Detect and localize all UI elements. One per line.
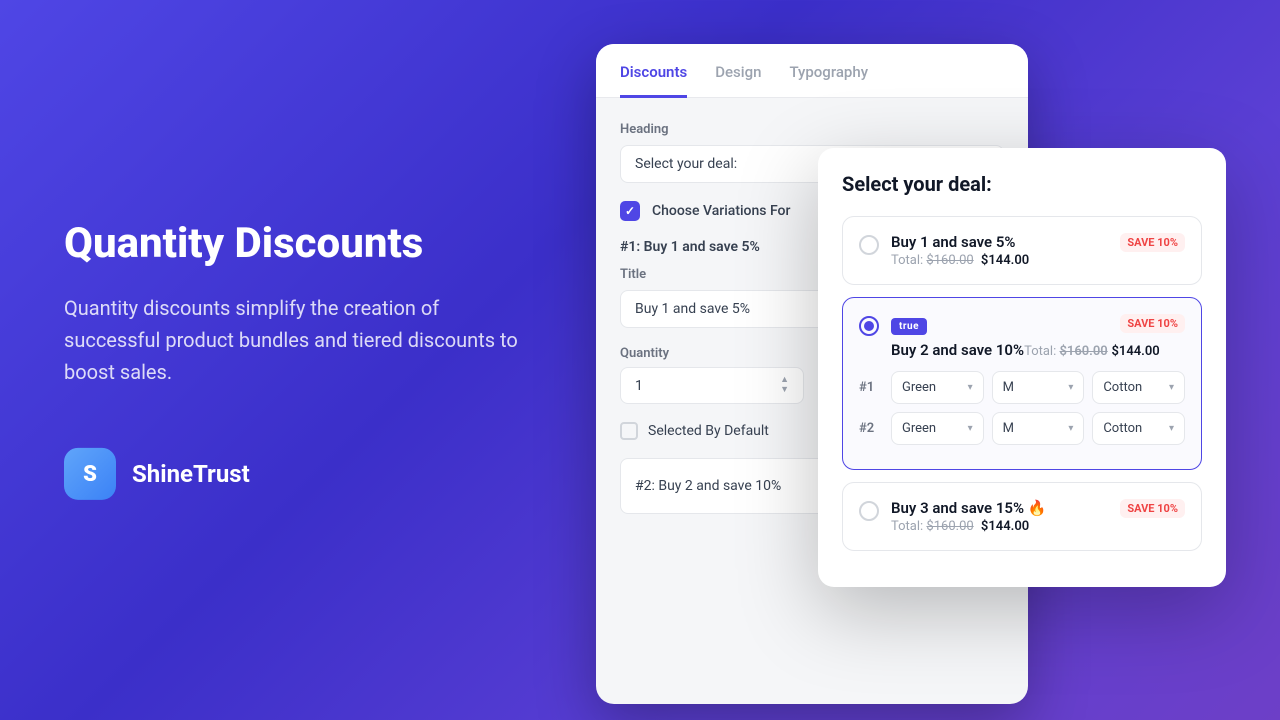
tab-design[interactable]: Design xyxy=(715,45,761,98)
radio-1[interactable] xyxy=(859,235,879,255)
var-2-number: #2 xyxy=(859,421,883,436)
chevron-down-icon: ▾ xyxy=(968,423,973,434)
save-badge-2: SAVE 10% xyxy=(1120,314,1185,333)
deal-1-original: $160.00 xyxy=(926,253,973,268)
most-popular-badge: true xyxy=(891,318,927,335)
deal-1-total: Total: $160.00 $144.00 xyxy=(891,253,1185,268)
tab-typography[interactable]: Typography xyxy=(789,45,868,98)
save-badge-1: SAVE 10% xyxy=(1120,233,1185,252)
choose-variations-label: Choose Variations For xyxy=(652,203,790,219)
overlay-card: Select your deal: SAVE 10% Buy 1 and sav… xyxy=(818,148,1226,587)
arrow-down-icon[interactable]: ▼ xyxy=(780,386,789,395)
left-panel: Quantity Discounts Quantity discounts si… xyxy=(64,220,524,500)
deal-option-1[interactable]: SAVE 10% Buy 1 and save 5% Total: $160.0… xyxy=(842,216,1202,285)
selected-default-label: Selected By Default xyxy=(648,423,769,439)
chevron-down-icon: ▾ xyxy=(1068,423,1073,434)
save-badge-3: SAVE 10% xyxy=(1120,499,1185,518)
variation-rows: #1 Green ▾ M ▾ Cotton ▾ #2 Green ▾ xyxy=(859,371,1185,445)
arrow-up-icon[interactable]: ▲ xyxy=(780,376,789,385)
radio-2[interactable] xyxy=(859,316,879,336)
brand-name: ShineTrust xyxy=(132,460,250,488)
var-2-size[interactable]: M ▾ xyxy=(992,412,1085,445)
deal-option-3[interactable]: SAVE 10% Buy 3 and save 15% 🔥 Total: $16… xyxy=(842,482,1202,551)
var-1-color[interactable]: Green ▾ xyxy=(891,371,984,404)
page-headline: Quantity Discounts xyxy=(64,220,524,268)
deal-3-original: $160.00 xyxy=(926,519,973,534)
var-1-size[interactable]: M ▾ xyxy=(992,371,1085,404)
var-1-material[interactable]: Cotton ▾ xyxy=(1092,371,1185,404)
var-2-material[interactable]: Cotton ▾ xyxy=(1092,412,1185,445)
deal-option-2[interactable]: SAVE 10% true Buy 2 and save 10%Total: $… xyxy=(842,297,1202,470)
var-2-color[interactable]: Green ▾ xyxy=(891,412,984,445)
tab-bar: Discounts Design Typography xyxy=(596,44,1028,98)
heading-label: Heading xyxy=(620,122,1004,137)
deal-1-discounted: $144.00 xyxy=(981,253,1029,268)
deal-2-name: Buy 2 and save 10%Total: $160.00 $144.00 xyxy=(891,341,1185,359)
variation-row-2: #2 Green ▾ M ▾ Cotton ▾ xyxy=(859,412,1185,445)
chevron-down-icon: ▾ xyxy=(1169,382,1174,393)
var-1-number: #1 xyxy=(859,380,883,395)
overlay-title: Select your deal: xyxy=(842,172,1202,196)
deal-3-discounted: $144.00 xyxy=(981,519,1029,534)
quantity-col: Quantity 1 ▲ ▼ xyxy=(620,346,804,404)
chevron-down-icon: ▾ xyxy=(1068,382,1073,393)
tab-discounts[interactable]: Discounts xyxy=(620,45,687,98)
chevron-down-icon: ▾ xyxy=(1169,423,1174,434)
quantity-label: Quantity xyxy=(620,346,804,361)
brand-logo-icon: S xyxy=(64,448,116,500)
stepper-arrows: ▲ ▼ xyxy=(780,376,789,395)
page-description: Quantity discounts simplify the creation… xyxy=(64,292,524,388)
brand-row: S ShineTrust xyxy=(64,448,524,500)
radio-3[interactable] xyxy=(859,501,879,521)
selected-default-checkbox[interactable] xyxy=(620,422,638,440)
quantity-stepper[interactable]: 1 ▲ ▼ xyxy=(620,367,804,404)
chevron-down-icon: ▾ xyxy=(968,382,973,393)
deal-2-label: #2: Buy 2 and save 10% xyxy=(635,478,781,494)
variation-row-1: #1 Green ▾ M ▾ Cotton ▾ xyxy=(859,371,1185,404)
deal-3-total: Total: $160.00 $144.00 xyxy=(891,519,1185,534)
choose-variations-checkbox[interactable] xyxy=(620,201,640,221)
